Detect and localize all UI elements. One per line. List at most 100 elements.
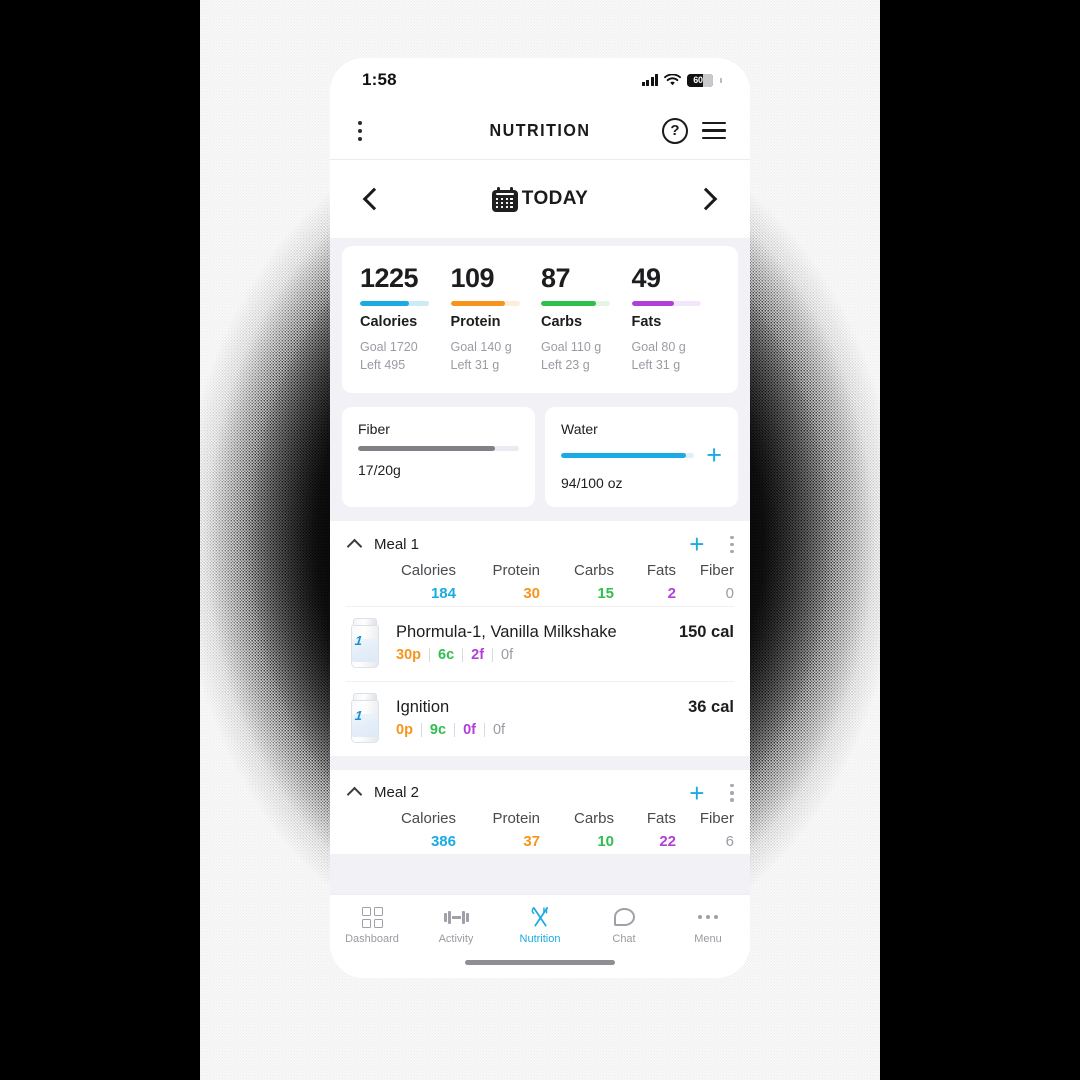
food-fiber: 0f xyxy=(492,721,506,738)
plus-icon[interactable]: + xyxy=(706,441,722,468)
meal-title: Meal 1 xyxy=(374,536,420,554)
food-carbs: 9c xyxy=(429,721,447,738)
macro-value: 49 xyxy=(631,263,662,293)
battery-level: 60 xyxy=(693,75,703,85)
phone-frame: 1:58 60 NUTRITION ? TODAY 1225 Calories … xyxy=(330,58,750,978)
tab-chat[interactable]: Chat xyxy=(582,906,666,945)
macro-calories[interactable]: 1225 Calories Goal 1720 Left 495 xyxy=(360,264,451,375)
macro-fats[interactable]: 49 Fats Goal 80 g Left 31 g xyxy=(631,263,723,375)
water-card[interactable]: Water + 94/100 oz xyxy=(545,406,738,508)
macro-left: Left 31 g xyxy=(631,358,681,373)
supplement-tub-icon: 1 xyxy=(346,617,384,669)
meal-section: Meal 1 + Calories 184 Protein 30 Carbs 15 F… xyxy=(330,521,750,756)
divider xyxy=(462,647,464,662)
macro-label: Carbs xyxy=(541,314,583,331)
chevron-up-icon[interactable] xyxy=(346,786,363,803)
fiber-value: 17/20g xyxy=(358,461,401,478)
bottom-navigation: Dashboard Activity Nutrition Chat Menu xyxy=(330,894,750,956)
macro-progress-bar xyxy=(360,301,430,307)
fiber-label: Fiber xyxy=(358,420,390,437)
chevron-right-icon[interactable] xyxy=(694,187,718,211)
divider xyxy=(483,722,485,737)
food-calories: 36 cal xyxy=(688,697,734,716)
macro-label: Fats xyxy=(631,314,662,331)
food-fats: 2f xyxy=(471,646,485,663)
macro-progress-bar xyxy=(631,301,701,307)
meal-macro-table: Calories 184 Protein 30 Carbs 15 Fats 2 Fibe… xyxy=(346,560,734,606)
macro-left: Left 495 xyxy=(360,358,406,373)
date-label: TODAY xyxy=(521,188,589,209)
kebab-menu-icon[interactable] xyxy=(730,783,734,802)
supplement-tub-icon: 1 xyxy=(346,692,384,744)
meal-total-protein: 30 xyxy=(523,584,540,602)
meal-total-fats: 22 xyxy=(659,832,676,850)
meal-total-fiber: 0 xyxy=(725,584,734,602)
food-protein: 30p xyxy=(396,646,421,663)
tab-activity[interactable]: Activity xyxy=(414,906,498,945)
grid-icon xyxy=(361,906,383,928)
chevron-up-icon[interactable] xyxy=(346,538,363,555)
divider xyxy=(429,647,430,662)
column-header: Calories xyxy=(400,809,456,827)
fiber-progress-bar xyxy=(358,445,519,451)
tab-label: Menu xyxy=(694,933,722,945)
fiber-card[interactable]: Fiber 17/20g xyxy=(342,406,535,508)
macro-value: 109 xyxy=(450,263,495,293)
scroll-area[interactable]: 1225 Calories Goal 1720 Left 495 109 Pro… xyxy=(330,238,750,894)
macro-carbs[interactable]: 87 Carbs Goal 110 g Left 23 g xyxy=(541,264,632,375)
water-value: 94/100 oz xyxy=(561,475,623,492)
tab-label: Dashboard xyxy=(345,933,399,945)
hamburger-menu-icon[interactable] xyxy=(702,121,726,140)
food-carbs: 6c xyxy=(438,646,455,663)
chevron-left-icon[interactable] xyxy=(362,187,386,211)
meal-total-calories: 184 xyxy=(430,584,456,602)
meal-total-fats: 2 xyxy=(667,584,676,602)
tab-label: Activity xyxy=(438,933,474,945)
food-item[interactable]: 1 Ignition 36 cal 0p 9c 0f 0f xyxy=(346,680,734,756)
dumbbell-icon xyxy=(443,910,469,924)
help-circle-icon[interactable]: ? xyxy=(662,117,688,144)
plus-icon[interactable]: + xyxy=(689,531,704,557)
divider xyxy=(492,647,494,662)
food-item[interactable]: 1 Phormula-1, Vanilla Milkshake 150 cal … xyxy=(346,605,734,681)
letterbox-right xyxy=(880,0,1080,1080)
column-header: Protein xyxy=(492,561,540,579)
macro-left: Left 31 g xyxy=(450,358,500,373)
water-progress-bar xyxy=(561,452,695,458)
macro-label: Protein xyxy=(450,314,501,331)
food-name: Ignition xyxy=(396,697,450,716)
meal-total-calories: 386 xyxy=(430,832,456,850)
tab-menu[interactable]: Menu xyxy=(666,906,750,945)
tab-dashboard[interactable]: Dashboard xyxy=(330,906,414,945)
food-fiber: 0f xyxy=(501,646,514,663)
battery-icon: 60 xyxy=(687,73,713,87)
meal-total-protein: 37 xyxy=(523,832,540,850)
fiber-water-row: Fiber 17/20g Water + 94/100 oz xyxy=(342,406,738,508)
ellipsis-icon xyxy=(697,914,719,920)
macro-value: 1225 xyxy=(360,263,419,293)
battery-cap xyxy=(720,77,722,83)
meal-header[interactable]: Meal 2 + xyxy=(346,780,734,808)
column-header: Fiber xyxy=(699,561,734,579)
macro-goal: Goal 110 g xyxy=(541,340,602,355)
kebab-menu-icon[interactable] xyxy=(730,535,734,554)
cellular-signal-icon xyxy=(641,74,658,86)
macro-progress-bar xyxy=(541,301,611,307)
meal-title: Meal 2 xyxy=(374,784,420,802)
macro-summary-card: 1225 Calories Goal 1720 Left 495 109 Pro… xyxy=(342,246,738,393)
food-protein: 0p xyxy=(396,721,413,738)
meal-total-carbs: 10 xyxy=(597,832,614,850)
macro-label: Calories xyxy=(360,314,418,331)
water-label: Water xyxy=(561,420,598,437)
plus-icon[interactable]: + xyxy=(689,780,704,806)
calendar-icon xyxy=(491,186,518,212)
macro-protein[interactable]: 109 Protein Goal 140 g Left 31 g xyxy=(450,263,542,375)
food-fats: 0f xyxy=(463,721,476,738)
date-display[interactable]: TODAY xyxy=(491,186,589,212)
macro-progress-bar xyxy=(450,301,520,307)
date-navigation: TODAY xyxy=(330,160,750,238)
tab-nutrition[interactable]: Nutrition xyxy=(498,906,582,945)
column-header: Fats xyxy=(646,561,676,579)
meal-header[interactable]: Meal 1 + xyxy=(346,531,734,559)
wifi-icon xyxy=(664,73,681,85)
